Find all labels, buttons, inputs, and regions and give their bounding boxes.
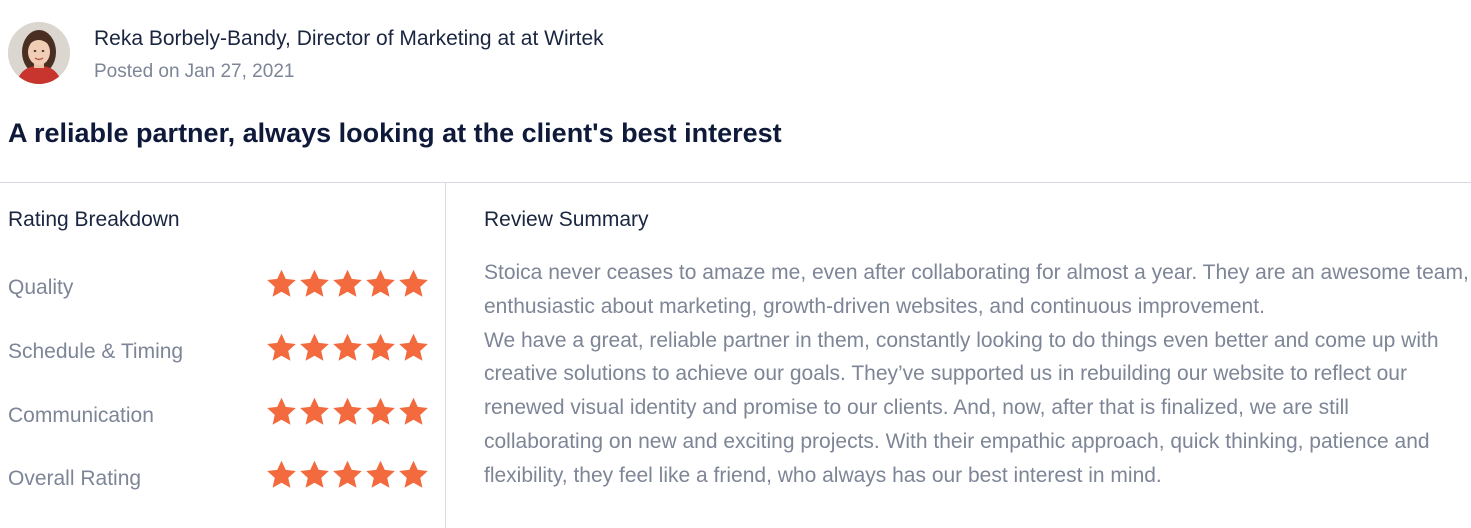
star-icon — [364, 267, 397, 301]
review-title: A reliable partner, always looking at th… — [8, 118, 782, 148]
rating-row-communication: Communication — [8, 395, 428, 435]
star-icon — [331, 395, 364, 429]
review-summary-text: Stoica never ceases to amaze me, even af… — [484, 256, 1469, 493]
rating-label: Schedule & Timing — [8, 340, 184, 363]
posted-prefix: Posted on — [94, 61, 180, 82]
star-icon — [265, 395, 298, 429]
rating-label: Communication — [8, 404, 154, 427]
star-icon — [298, 458, 331, 492]
review-summary-heading: Review Summary — [484, 208, 649, 231]
posted-date-line: Posted on Jan 27, 2021 — [94, 60, 604, 84]
star-icon — [298, 395, 331, 429]
rating-label: Quality — [8, 276, 74, 299]
star-icon — [265, 331, 298, 365]
rating-label: Overall Rating — [8, 467, 142, 490]
rating-breakdown-heading: Rating Breakdown — [8, 208, 180, 231]
star-icon — [331, 267, 364, 301]
rating-row-quality: Quality — [8, 267, 428, 307]
review-header: Reka Borbely-Bandy, Director of Marketin… — [8, 22, 604, 86]
rating-row-schedule-timing: Schedule & Timing — [8, 331, 428, 371]
star-icon — [298, 331, 331, 365]
summary-paragraph: Stoica never ceases to amaze me, even af… — [484, 261, 1469, 318]
horizontal-divider — [0, 182, 1471, 183]
rating-row-overall: Overall Rating — [8, 458, 428, 498]
star-rating — [265, 458, 430, 492]
star-icon — [265, 458, 298, 492]
vertical-divider — [445, 183, 446, 528]
author-name: Reka Borbely-Bandy, Director of Marketin… — [94, 27, 604, 50]
star-icon — [265, 267, 298, 301]
star-icon — [397, 458, 430, 492]
avatar — [8, 22, 70, 84]
summary-paragraph: We have a great, reliable partner in the… — [484, 328, 1439, 487]
star-icon — [397, 331, 430, 365]
star-icon — [397, 395, 430, 429]
star-rating — [265, 331, 430, 365]
star-icon — [364, 458, 397, 492]
star-icon — [298, 267, 331, 301]
author-info: Reka Borbely-Bandy, Director of Marketin… — [94, 26, 604, 84]
star-rating — [265, 395, 430, 429]
review-summary: Review Summary Stoica never ceases to am… — [484, 206, 1469, 487]
star-icon — [331, 331, 364, 365]
star-icon — [331, 458, 364, 492]
star-icon — [397, 267, 430, 301]
star-icon — [364, 395, 397, 429]
rating-breakdown: Rating Breakdown Quality Schedule & Timi… — [8, 206, 428, 490]
star-rating — [265, 267, 430, 301]
posted-date: Jan 27, 2021 — [184, 61, 295, 82]
star-icon — [364, 331, 397, 365]
